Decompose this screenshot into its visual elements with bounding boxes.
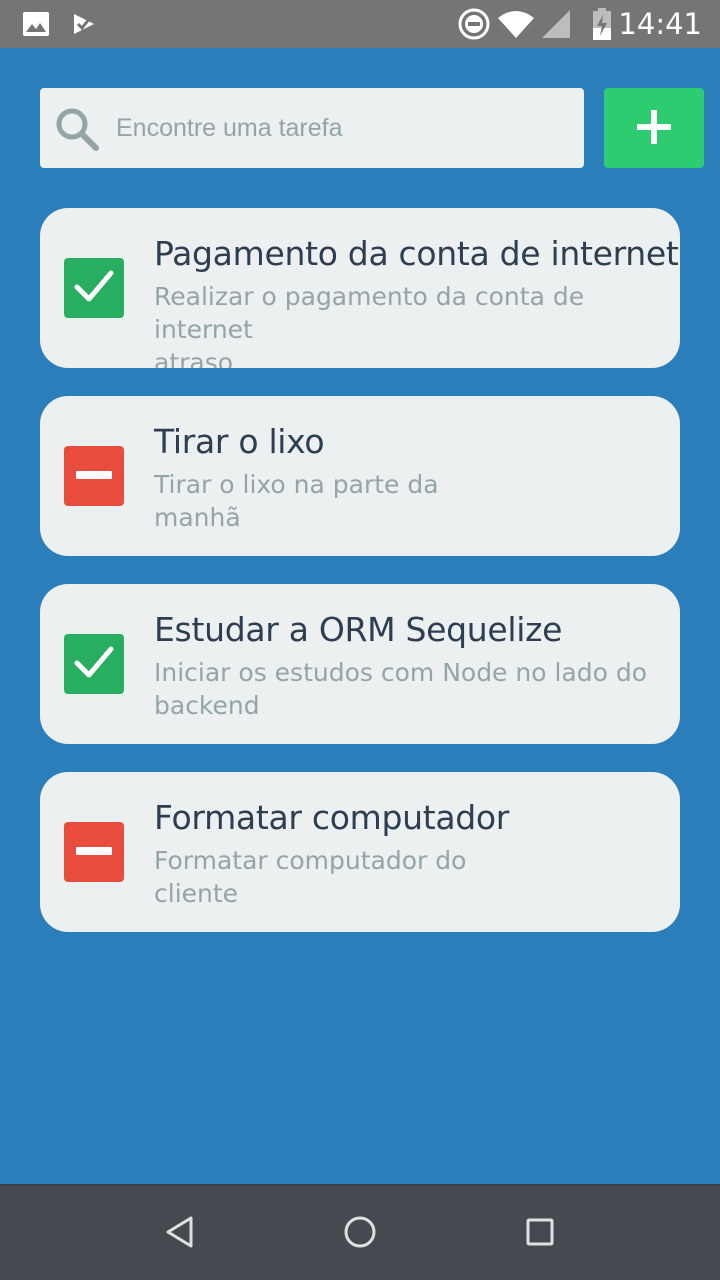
task-title: Formatar computador <box>154 798 510 837</box>
task-description: Realizar o pagamento da conta de interne… <box>154 282 585 368</box>
wifi-icon <box>498 0 534 48</box>
task-status-toggle[interactable] <box>64 446 124 506</box>
task-status-toggle[interactable] <box>64 258 124 318</box>
task-list: Pagamento da conta de internet Realizar … <box>40 208 680 960</box>
status-time: 14:41 <box>618 7 702 41</box>
recents-icon <box>525 1217 555 1252</box>
checkmark-icon <box>72 640 116 689</box>
task-status-toggle[interactable] <box>64 822 124 882</box>
task-card[interactable]: Formatar computador Formatar computador … <box>40 772 680 932</box>
search-icon <box>54 106 100 152</box>
recents-button[interactable] <box>492 1186 588 1280</box>
minus-icon <box>76 843 112 861</box>
minus-icon <box>76 467 112 485</box>
check-app-icon <box>70 0 98 48</box>
battery-charging-icon <box>592 0 612 48</box>
home-button[interactable] <box>312 1186 408 1280</box>
search-input[interactable] <box>116 88 566 168</box>
task-description: Tirar o lixo na parte da manhã <box>154 470 439 532</box>
signal-icon <box>542 0 570 48</box>
task-title: Pagamento da conta de internet <box>154 234 679 273</box>
checkmark-icon <box>72 264 116 313</box>
task-card[interactable]: Estudar a ORM Sequelize Iniciar os estud… <box>40 584 680 744</box>
back-icon <box>165 1215 195 1254</box>
back-button[interactable] <box>132 1186 228 1280</box>
task-title: Tirar o lixo <box>154 422 325 461</box>
home-icon <box>343 1215 377 1254</box>
task-status-toggle[interactable] <box>64 634 124 694</box>
navigation-bar <box>0 1184 720 1280</box>
task-card[interactable]: Pagamento da conta de internet Realizar … <box>40 208 680 368</box>
plus-icon <box>634 107 674 150</box>
image-icon <box>22 0 50 48</box>
status-bar: 14:41 <box>0 0 720 48</box>
task-description: Iniciar os estudos com Node no lado do b… <box>154 658 648 720</box>
do-not-disturb-icon <box>458 0 490 48</box>
task-card[interactable]: Tirar o lixo Tirar o lixo na parte da ma… <box>40 396 680 556</box>
add-task-button[interactable] <box>604 88 704 168</box>
task-title: Estudar a ORM Sequelize <box>154 610 563 649</box>
task-description: Formatar computador do cliente <box>154 846 467 908</box>
search-box[interactable] <box>40 88 584 168</box>
